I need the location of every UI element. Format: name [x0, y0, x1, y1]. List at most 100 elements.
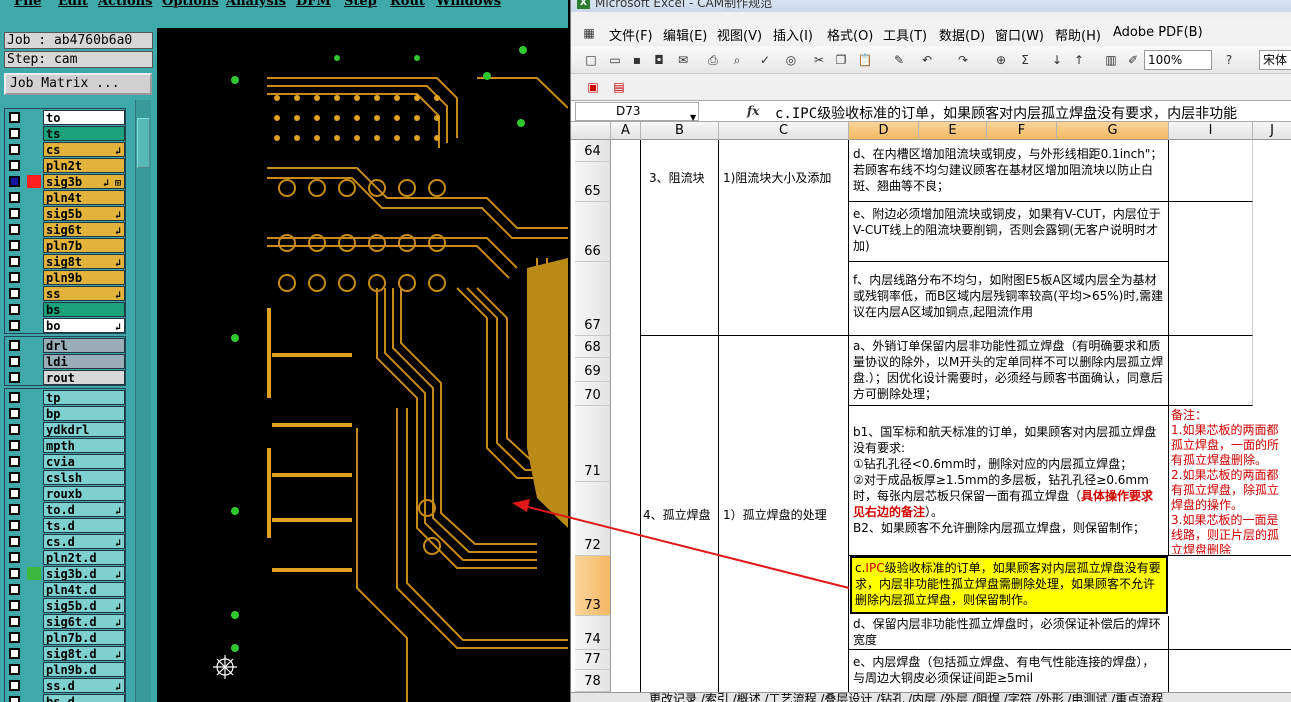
- layer-checkbox[interactable]: [9, 504, 20, 515]
- permission-icon[interactable]: ◘: [651, 52, 667, 68]
- layer-row-rout[interactable]: rout: [5, 370, 125, 385]
- layer-checkbox[interactable]: [9, 372, 20, 383]
- layer-checkbox[interactable]: [9, 472, 20, 483]
- cam-menu-rout[interactable]: Rout: [390, 0, 425, 9]
- layer-checkbox[interactable]: [9, 632, 20, 643]
- row-header-68[interactable]: 68: [575, 336, 611, 358]
- layer-row-sig5b-d[interactable]: sig5b.d ↲: [5, 598, 125, 613]
- cell-i66[interactable]: [1169, 202, 1253, 336]
- undo-icon[interactable]: ↶: [919, 52, 935, 68]
- layer-row-ss-d[interactable]: ss.d ↲: [5, 678, 125, 693]
- layer-checkbox[interactable]: [9, 664, 20, 675]
- sort-descending-icon[interactable]: ↑: [1071, 52, 1087, 68]
- layer-name[interactable]: ss ↲: [43, 286, 125, 301]
- layer-checkbox[interactable]: [9, 320, 20, 331]
- layer-checkbox[interactable]: [9, 288, 20, 299]
- autosum-icon[interactable]: Σ: [1017, 52, 1033, 68]
- column-a-cells[interactable]: [611, 140, 641, 692]
- layer-row-cslsh[interactable]: cslsh: [5, 470, 125, 485]
- layer-name[interactable]: cs ↲: [43, 142, 125, 157]
- copy-icon[interactable]: ❐: [833, 52, 849, 68]
- column-header-e[interactable]: E: [919, 122, 987, 140]
- column-header-b[interactable]: B: [641, 122, 719, 140]
- layer-row-bs[interactable]: bs: [5, 302, 125, 317]
- row-header-78[interactable]: 78: [575, 670, 611, 692]
- layer-checkbox[interactable]: [9, 408, 20, 419]
- pdf-convert-icon[interactable]: ▣: [585, 79, 601, 95]
- layer-checkbox[interactable]: [9, 240, 20, 251]
- cell-i73[interactable]: [1169, 556, 1291, 650]
- layer-name[interactable]: to: [43, 110, 125, 125]
- layer-name[interactable]: bo ↲: [43, 318, 125, 333]
- layer-row-sig5b[interactable]: sig5b ↲: [5, 206, 125, 221]
- layer-color-swatch[interactable]: [27, 567, 41, 580]
- spreadsheet-grid[interactable]: A B C D E F G I J 64 65 66 67 68 69 70 7…: [571, 122, 1291, 692]
- layer-checkbox[interactable]: [9, 680, 20, 691]
- column-header-a[interactable]: A: [611, 122, 641, 140]
- layer-name[interactable]: cslsh: [43, 470, 125, 485]
- layer-name[interactable]: ydkdrl: [43, 422, 125, 437]
- layer-checkbox[interactable]: [9, 456, 20, 467]
- menu-window[interactable]: 窗口(W): [995, 25, 1044, 44]
- layer-row-sig6t-d[interactable]: sig6t.d ↲: [5, 614, 125, 629]
- spelling-icon[interactable]: ✓: [757, 52, 773, 68]
- layer-name[interactable]: pln9b: [43, 270, 125, 285]
- row-header-77[interactable]: 77: [575, 650, 611, 670]
- layer-checkbox[interactable]: [9, 272, 20, 283]
- layer-checkbox[interactable]: [9, 616, 20, 627]
- row-header-69[interactable]: 69: [575, 358, 611, 382]
- row-header-65[interactable]: 65: [575, 162, 611, 202]
- layer-row-ts-d[interactable]: ts.d: [5, 518, 125, 533]
- layer-row-to-d[interactable]: to.d ↲: [5, 502, 125, 517]
- help-icon[interactable]: ?: [1221, 52, 1237, 68]
- row-header-66[interactable]: 66: [575, 202, 611, 262]
- cam-menu-file[interactable]: File: [14, 0, 41, 9]
- layer-checkbox[interactable]: [9, 488, 20, 499]
- layer-name[interactable]: cvia: [43, 454, 125, 469]
- cam-menu-actions[interactable]: Actions: [98, 0, 152, 9]
- layer-name[interactable]: sig8t.d ↲: [43, 646, 125, 661]
- layer-checkbox[interactable]: [9, 340, 20, 351]
- layer-scrollbar[interactable]: [135, 100, 151, 702]
- menu-view[interactable]: 视图(V): [717, 25, 762, 44]
- layer-name[interactable]: cs.d ↲: [43, 534, 125, 549]
- menu-edit[interactable]: 编辑(E): [663, 25, 707, 44]
- sheet-tab-list[interactable]: 更改记录 /索引 /概述 /工艺流程 /叠层设计 /钻孔 /内层 /外层 /阻焊…: [649, 693, 1163, 702]
- layer-name[interactable]: sig5b.d ↲: [43, 598, 125, 613]
- layer-name[interactable]: pln9b.d: [43, 662, 125, 677]
- layer-name[interactable]: to.d ↲: [43, 502, 125, 517]
- layer-checkbox[interactable]: [9, 568, 20, 579]
- layer-name[interactable]: ss.d ↲: [43, 678, 125, 693]
- zoom-select[interactable]: 100%: [1144, 50, 1212, 70]
- layer-row-cs[interactable]: cs ↲: [5, 142, 125, 157]
- paste-icon[interactable]: 📋: [857, 52, 873, 68]
- layer-checkbox[interactable]: [9, 696, 20, 702]
- layer-name[interactable]: pln4t.d: [43, 582, 125, 597]
- row-header-74[interactable]: 74: [575, 616, 611, 650]
- menu-data[interactable]: 数据(D): [939, 25, 985, 44]
- layer-name[interactable]: pln7b.d: [43, 630, 125, 645]
- layer-row-rouxb[interactable]: rouxb: [5, 486, 125, 501]
- layer-checkbox[interactable]: [9, 128, 20, 139]
- layer-checkbox[interactable]: [9, 224, 20, 235]
- layer-row-to[interactable]: to: [5, 110, 125, 125]
- layer-row-ydkdrl[interactable]: ydkdrl: [5, 422, 125, 437]
- column-header-g[interactable]: G: [1057, 122, 1169, 140]
- layer-name[interactable]: pln2t.d: [43, 550, 125, 565]
- font-select[interactable]: 宋体: [1259, 50, 1291, 70]
- row-header-73[interactable]: 73: [575, 556, 611, 616]
- layer-row-ldi[interactable]: ldi: [5, 354, 125, 369]
- layer-row-bs-d[interactable]: bs.d: [5, 694, 125, 702]
- layer-row-bp[interactable]: bp: [5, 406, 125, 421]
- layer-row-pln9b[interactable]: pln9b: [5, 270, 125, 285]
- layer-row-sig3b-d[interactable]: sig3b.d ↲: [5, 566, 125, 581]
- cam-menu-dfm[interactable]: DFM: [296, 0, 331, 9]
- layer-row-bo[interactable]: bo ↲: [5, 318, 125, 333]
- row-header-71[interactable]: 71: [575, 406, 611, 482]
- layer-row-sig6t[interactable]: sig6t ↲: [5, 222, 125, 237]
- layer-name[interactable]: bp: [43, 406, 125, 421]
- hyperlink-icon[interactable]: ⊕: [993, 52, 1009, 68]
- format-painter-icon[interactable]: ✎: [891, 52, 907, 68]
- workbook-icon[interactable]: ▦: [581, 25, 597, 41]
- sheet-tabs-bar[interactable]: 更改记录 /索引 /概述 /工艺流程 /叠层设计 /钻孔 /内层 /外层 /阻焊…: [571, 692, 1291, 702]
